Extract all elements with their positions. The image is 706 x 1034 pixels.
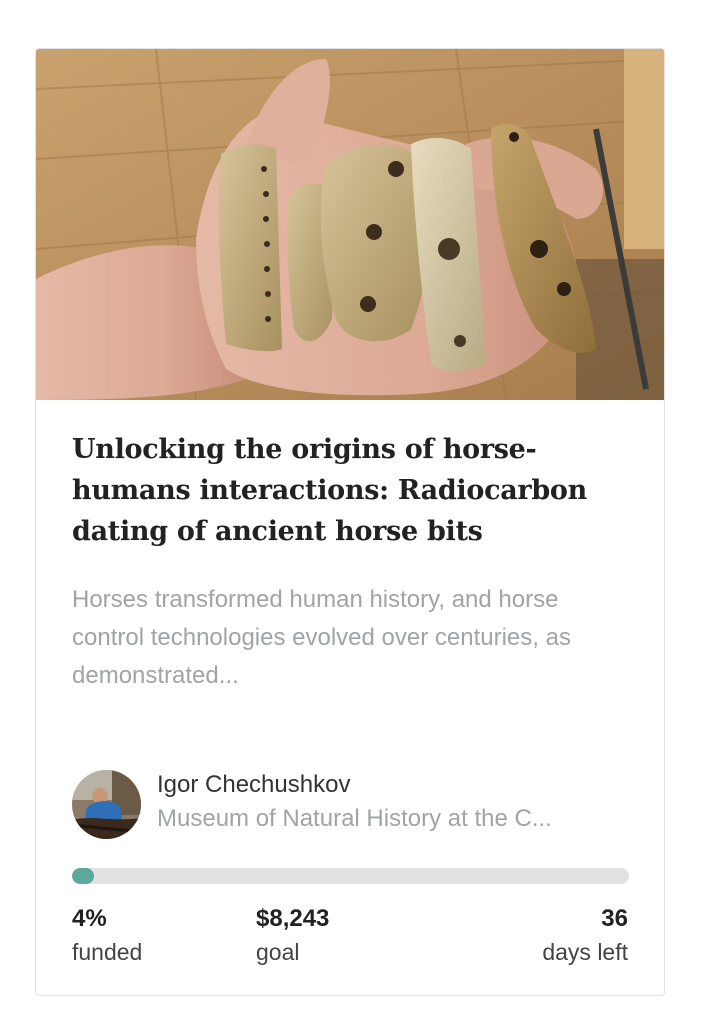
funded-value: 4% bbox=[72, 905, 107, 932]
stat-goal: $8,243 goal bbox=[256, 904, 329, 970]
funded-label: funded bbox=[72, 939, 143, 965]
goal-label: goal bbox=[256, 939, 300, 965]
author-name[interactable]: Igor Chechushkov bbox=[157, 771, 350, 799]
project-hero-image[interactable] bbox=[36, 49, 665, 400]
funding-progress-fill bbox=[72, 868, 95, 884]
goal-value: $8,243 bbox=[256, 905, 330, 932]
days-left-value: 36 bbox=[601, 905, 628, 932]
funding-progress-bar bbox=[72, 868, 629, 884]
project-description: Horses transformed human history, and ho… bbox=[72, 586, 571, 689]
author-organization: Museum of Natural History at the C... bbox=[157, 805, 552, 832]
stat-funded: 4% funded bbox=[72, 904, 142, 970]
project-card[interactable]: Unlocking the origins of horse-humans in… bbox=[35, 48, 665, 996]
project-title[interactable]: Unlocking the origins of horse-humans in… bbox=[72, 429, 632, 552]
author-avatar[interactable] bbox=[72, 770, 141, 839]
stat-days-left: 36 days left bbox=[542, 904, 628, 970]
days-left-label: days left bbox=[542, 939, 628, 965]
